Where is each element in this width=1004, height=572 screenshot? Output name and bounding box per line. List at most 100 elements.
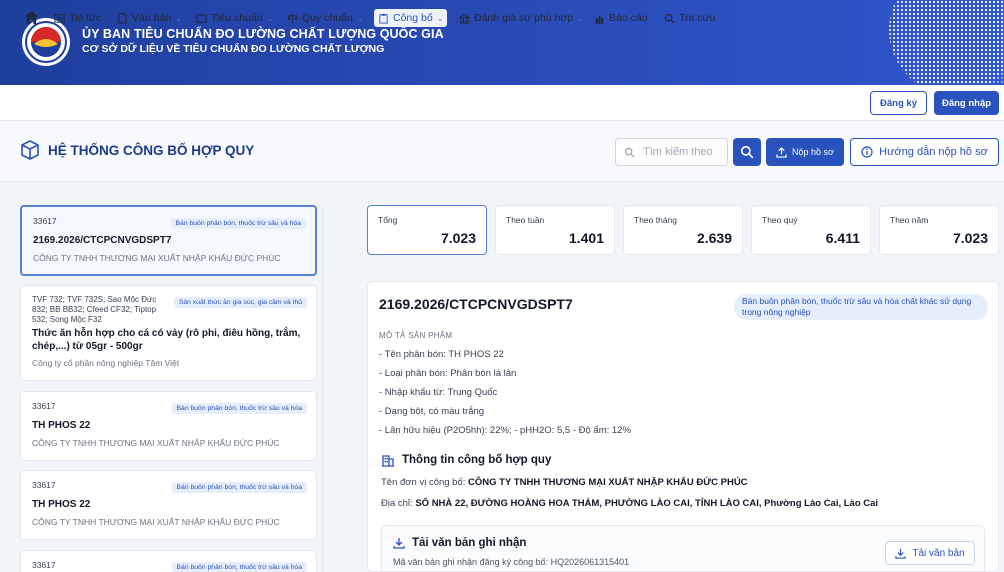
banner-title: ỦY BAN TIÊU CHUẨN ĐO LƯỜNG CHẤT LƯỢNG QU… (82, 27, 444, 41)
download-box: Tải văn bản ghi nhận Mã văn bản ghi nhận… (381, 525, 985, 571)
nav-label: Tin tức (69, 12, 102, 24)
nav-label: Báo cáo (609, 12, 648, 24)
description-line: - Loại phân bón: Phân bón lá lân (379, 368, 517, 379)
list-item[interactable]: 33617 Bán buôn phân bón, thuốc trừ sâu v… (20, 205, 317, 276)
nav-item-reports[interactable]: Báo cáo (594, 9, 648, 27)
list-item[interactable]: TVF 732; TVF 732S; Sao Mộc Đức 832; BB B… (20, 285, 317, 381)
nav-item-news[interactable]: Tin tức (54, 9, 101, 27)
item-tag: Bán buôn phân bón, thuốc trừ sâu và hóa (171, 562, 307, 572)
submit-dossier-button[interactable]: Nộp hồ sơ (766, 138, 844, 166)
search-icon (624, 147, 635, 158)
login-button[interactable]: Đăng nhập (934, 91, 999, 115)
detail-tag: Bán buôn phân bón, thuốc trừ sâu và hóa … (734, 294, 988, 320)
chevron-down-icon: ⌄ (266, 13, 274, 23)
nav-item-conformity[interactable]: Đánh giá sự phù hợp ⌄ (459, 9, 584, 27)
description-line: - Nhập khẩu từ: Trung Quốc (379, 387, 498, 398)
stat-month[interactable]: Theo tháng 2.639 (623, 205, 743, 255)
item-company: CÔNG TY TNHH THƯƠNG MẠI XUẤT NHẬP KHẨU Đ… (32, 517, 280, 527)
nav-item-standards[interactable]: Tiêu chuẩn ⌄ (196, 9, 273, 27)
download-icon (393, 538, 405, 549)
nav-label: Quy chuẩn (302, 12, 353, 24)
nav-item-documents[interactable]: Văn bản ⌄ (117, 9, 182, 27)
address-row: Địa chỉ: SỐ NHÀ 22, ĐƯỜNG HOÀNG HOA THÁM… (381, 498, 878, 509)
item-company: Công ty cổ phần nông nghiệp Tâm Việt (32, 358, 180, 368)
announcement-list: 33617 Bán buôn phân bón, thuốc trừ sâu v… (20, 205, 318, 572)
chevron-down-icon: ⌄ (436, 13, 444, 23)
stat-label: Tổng (378, 215, 398, 225)
search-button[interactable] (733, 138, 761, 166)
stat-label: Theo quý (762, 215, 798, 225)
upload-icon (776, 146, 787, 158)
download-icon (895, 548, 907, 559)
building-icon (382, 455, 394, 467)
item-company: CÔNG TY TNHH THƯƠNG MẠI XUẤT NHẬP KHẨU Đ… (32, 438, 280, 448)
item-tag: Bán buôn phân bón, thuốc trừ sâu và hóa (171, 403, 307, 414)
stat-value: 2.639 (696, 230, 732, 246)
guide-label: Hướng dẫn nộp hồ sơ (879, 146, 988, 158)
chevron-down-icon: ⌄ (175, 13, 182, 23)
stat-week[interactable]: Theo tuần 1.401 (495, 205, 615, 255)
stat-label: Theo năm (890, 215, 929, 225)
submit-label: Nộp hồ sơ (792, 147, 834, 157)
stat-value: 6.411 (825, 230, 860, 246)
clipboard-icon (379, 13, 388, 24)
item-company: CÔNG TY TNHH THƯƠNG MẠI XUẤT NHẬP KHẨU Đ… (33, 253, 281, 263)
chevron-down-icon: ⌄ (356, 13, 364, 23)
address-label: Địa chỉ: (381, 498, 413, 509)
banner-subtitle: CƠ SỞ DỮ LIỆU VỀ TIÊU CHUẨN ĐO LƯỜNG CHẤ… (82, 43, 385, 55)
item-name: TH PHOS 22 (32, 499, 91, 510)
unit-label: Tên đơn vị công bố: (381, 477, 466, 488)
bar-chart-icon (594, 15, 605, 24)
list-item[interactable]: 33617 Bán buôn phân bón, thuốc trừ sâu v… (20, 550, 317, 572)
stat-value: 1.401 (568, 230, 604, 246)
chevron-down-icon: ⌄ (577, 13, 584, 23)
nav-item-lookup[interactable]: Tra cứu (664, 9, 715, 27)
detail-title: 2169.2026/CTCPCNVGDSPT7 (379, 296, 573, 312)
list-item[interactable]: 33617 Bán buôn phân bón, thuốc trừ sâu v… (20, 470, 317, 540)
item-code: TVF 732; TVF 732S; Sao Mộc Đức 832; BB B… (32, 295, 157, 324)
package-icon (21, 140, 39, 160)
download-heading: Tải văn bản ghi nhận (393, 537, 526, 549)
newspaper-icon (54, 13, 65, 23)
page-title: HỆ THỐNG CÔNG BỐ HỢP QUY (48, 143, 255, 158)
item-name: 2169.2026/CTCPCNVGDSPT7 (33, 235, 172, 246)
nav-label: Tra cứu (679, 12, 716, 24)
detail-panel: 2169.2026/CTCPCNVGDSPT7 Bán buôn phân bó… (367, 281, 999, 572)
stat-label: Theo tuần (506, 215, 545, 225)
item-name: Thức ăn hỗn hợp cho cá có vảy (rô phi, đ… (32, 328, 301, 352)
unit-row: Tên đơn vị công bố: CÔNG TY TNHH THƯƠNG … (381, 477, 748, 488)
description-line: - Lân hữu hiệu (P2O5hh): 22%; - pHH2O: 5… (379, 425, 631, 436)
nav-label: Công bố (393, 12, 433, 24)
section-heading: Thông tin công bố hợp quy (381, 453, 551, 467)
item-tag: Bán buôn phân bón, thuốc trừ sâu và hóa (170, 218, 306, 229)
home-icon[interactable] (24, 10, 39, 25)
unit-value: CÔNG TY TNHH THƯƠNG MẠI XUẤT NHẬP KHẨU Đ… (468, 477, 748, 488)
stat-total[interactable]: Tổng 7.023 (367, 205, 487, 255)
description-line: - Dạng bột, có màu trắng (379, 406, 485, 417)
address-value: SỐ NHÀ 22, ĐƯỜNG HOÀNG HOA THÁM, PHƯỜNG … (415, 498, 879, 509)
search-icon (664, 13, 675, 24)
download-button[interactable]: Tải văn bản (885, 541, 975, 565)
list-item[interactable]: 33617 Bán buôn phân bón, thuốc trừ sâu v… (20, 391, 317, 461)
stat-quarter[interactable]: Theo quý 6.411 (751, 205, 871, 255)
description-line: - Tên phân bón: TH PHOS 22 (379, 349, 504, 360)
stat-value: 7.023 (952, 230, 988, 246)
document-icon (118, 12, 127, 24)
stat-year[interactable]: Theo năm 7.023 (879, 205, 999, 255)
search-input[interactable]: Tìm kiếm theo (615, 138, 728, 166)
nav-label: Đánh giá sự phù hợp (474, 12, 574, 24)
guide-button[interactable]: Hướng dẫn nộp hồ sơ (850, 138, 999, 166)
download-button-label: Tải văn bản (912, 547, 965, 559)
stat-label: Theo tháng (634, 215, 678, 225)
nav-item-announcements[interactable]: Công bố ⌄ (374, 9, 448, 27)
globe-icon (889, 0, 1004, 85)
download-code: Mã văn bản ghi nhận đăng ký công bố: HQ2… (393, 557, 630, 567)
section-title: Thông tin công bố hợp quy (402, 454, 552, 466)
register-button[interactable]: Đăng ký (870, 91, 927, 115)
main-nav (0, 85, 1004, 121)
nav-item-regulations[interactable]: Quy chuẩn ⌄ (287, 9, 364, 27)
item-tag: Bán buôn phân bón, thuốc trừ sâu và hóa (171, 482, 307, 493)
product-description-label: MÔ TẢ SẢN PHẨM (379, 331, 453, 340)
nav-label: Tiêu chuẩn (211, 12, 263, 24)
search-icon (740, 145, 754, 159)
